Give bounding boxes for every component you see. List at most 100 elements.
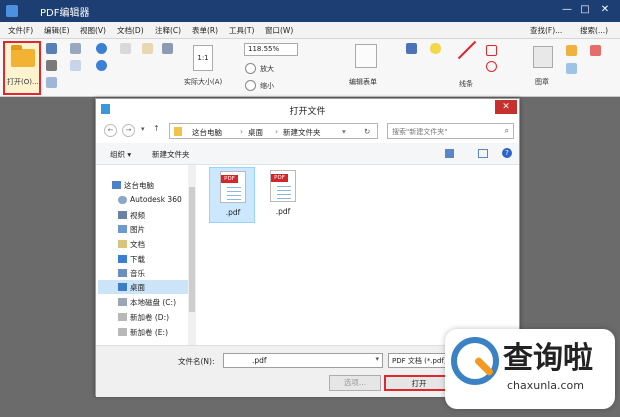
forward-icon[interactable]: →: [122, 124, 135, 137]
recent-dropdown-icon[interactable]: ▾: [141, 125, 145, 133]
nav-item-documents[interactable]: 文档: [130, 239, 145, 250]
drive-icon: [118, 298, 127, 306]
new-folder-button[interactable]: 新建文件夹: [152, 149, 190, 160]
refresh-icon[interactable]: ↻: [364, 127, 370, 136]
search-input[interactable]: 搜索"新建文件夹" ⌕: [387, 123, 514, 139]
rectangle-icon[interactable]: [486, 45, 497, 56]
nav-item-drive-d[interactable]: 新加卷 (D:): [130, 312, 169, 323]
search-icon[interactable]: ⌕: [505, 126, 509, 136]
open-file-button[interactable]: 打开(O)...: [3, 41, 41, 95]
stamp-icon[interactable]: [533, 46, 553, 68]
edit-form-icon[interactable]: [355, 44, 377, 68]
minimize-button[interactable]: —: [560, 3, 574, 17]
breadcrumb-folder[interactable]: 新建文件夹: [283, 127, 321, 138]
video-icon: [118, 211, 127, 219]
preview-pane-icon[interactable]: [478, 149, 488, 158]
save-icon[interactable]: [46, 43, 57, 54]
organize-button[interactable]: 组织 ▾: [110, 149, 131, 160]
mail-icon[interactable]: [70, 43, 81, 54]
open-confirm-button[interactable]: 打开: [384, 375, 454, 391]
chevron-down-icon[interactable]: ▾: [375, 355, 379, 363]
pdf-tag: PDF: [271, 174, 288, 182]
print-icon[interactable]: [46, 60, 57, 71]
search-logo-icon: [451, 337, 499, 385]
nav-item-videos[interactable]: 视频: [130, 210, 145, 221]
dialog-close-button[interactable]: ✕: [495, 100, 517, 114]
drive-icon: [118, 328, 127, 336]
back-icon[interactable]: ←: [104, 124, 117, 137]
undo-icon[interactable]: [96, 43, 107, 54]
downloads-icon: [118, 255, 127, 263]
close-window-button[interactable]: ✕: [598, 3, 612, 17]
nav-item-downloads[interactable]: 下载: [130, 254, 145, 265]
music-icon: [118, 269, 127, 277]
up-icon[interactable]: ↑: [153, 124, 160, 133]
email-icon[interactable]: [46, 77, 57, 88]
menu-form[interactable]: 表单(R): [192, 25, 218, 36]
line-tool-icon[interactable]: [457, 40, 477, 60]
maximize-button[interactable]: □: [578, 3, 592, 17]
nav-scrollbar-thumb[interactable]: [189, 187, 195, 312]
file-name: .pdf: [275, 207, 291, 216]
filetype-select[interactable]: PDF 文档 (*.pdf): [388, 353, 448, 368]
zoom-in-icon[interactable]: [245, 63, 256, 74]
pdf-tag: PDF: [221, 175, 238, 183]
menu-document[interactable]: 文档(D): [117, 25, 144, 36]
zoom-out-label[interactable]: 缩小: [260, 81, 274, 91]
file-item[interactable]: PDF .pdf: [260, 167, 306, 223]
document-icon[interactable]: [70, 60, 81, 71]
filename-input[interactable]: .pdf ▾: [223, 353, 383, 368]
breadcrumb-dropdown-icon[interactable]: ▾: [342, 127, 346, 136]
documents-icon: [118, 240, 127, 248]
watermark-title: 查询啦: [503, 341, 593, 376]
menu-tools[interactable]: 工具(T): [229, 25, 254, 36]
highlight-icon[interactable]: [590, 45, 601, 56]
menu-comment[interactable]: 注释(C): [155, 25, 181, 36]
zoom-in-label[interactable]: 放大: [260, 64, 274, 74]
menu-file[interactable]: 文件(F): [8, 25, 33, 36]
folder-icon: [11, 45, 35, 67]
pc-icon: [112, 181, 121, 189]
watermark-url: chaxunla.com: [507, 379, 584, 392]
menu-edit[interactable]: 编辑(E): [44, 25, 70, 36]
nav-item-music[interactable]: 音乐: [130, 268, 145, 279]
nav-item-drive-c[interactable]: 本地磁盘 (C:): [130, 297, 176, 308]
menu-view[interactable]: 视图(V): [80, 25, 106, 36]
nav-item-drive-e[interactable]: 新加卷 (E:): [130, 327, 168, 338]
nav-item-pictures[interactable]: 图片: [130, 224, 145, 235]
note-icon[interactable]: [430, 43, 441, 54]
zoom-out-icon[interactable]: [245, 80, 256, 91]
breadcrumb-separator: ›: [275, 127, 278, 136]
menu-window[interactable]: 窗口(W): [265, 25, 293, 36]
breadcrumb-pc[interactable]: 这台电脑: [192, 127, 222, 138]
select-icon[interactable]: [120, 43, 131, 54]
redo-icon[interactable]: [96, 60, 107, 71]
camera-icon[interactable]: [162, 43, 173, 54]
line-label: 线条: [459, 80, 473, 88]
path-breadcrumb[interactable]: 这台电脑 › 桌面 › 新建文件夹 ▾ ↻: [169, 123, 378, 139]
nav-item-pc[interactable]: 这台电脑: [124, 180, 154, 191]
nav-item-desktop[interactable]: 桌面: [130, 282, 145, 293]
actual-size-icon[interactable]: 1:1: [193, 45, 213, 71]
hand-icon[interactable]: [142, 43, 153, 54]
filename-value: .pdf: [252, 356, 267, 365]
stamp-label: 图章: [535, 78, 549, 86]
search-button[interactable]: 搜索(...): [580, 25, 608, 36]
folder-icon: [174, 127, 182, 136]
file-item-selected[interactable]: PDF .pdf: [209, 167, 255, 223]
text-icon[interactable]: [406, 43, 417, 54]
nav-item-autodesk[interactable]: Autodesk 360: [130, 195, 182, 204]
options-button[interactable]: 选项...: [329, 375, 381, 391]
app-titlebar: PDF编辑器 — □ ✕: [0, 0, 620, 22]
eraser-icon[interactable]: [566, 63, 577, 74]
view-options-icon[interactable]: [445, 149, 454, 158]
file-name: .pdf: [225, 208, 241, 217]
command-bar: 组织 ▾ 新建文件夹 ?: [96, 143, 519, 165]
breadcrumb-desktop[interactable]: 桌面: [248, 127, 263, 138]
zoom-combo[interactable]: 118.55%: [244, 43, 298, 56]
ellipse-icon[interactable]: [486, 61, 497, 72]
pencil-icon[interactable]: [566, 45, 577, 56]
find-button[interactable]: 查找(F)...: [530, 25, 562, 36]
watermark-badge: 查询啦 chaxunla.com: [445, 329, 615, 409]
help-icon[interactable]: ?: [502, 148, 512, 158]
